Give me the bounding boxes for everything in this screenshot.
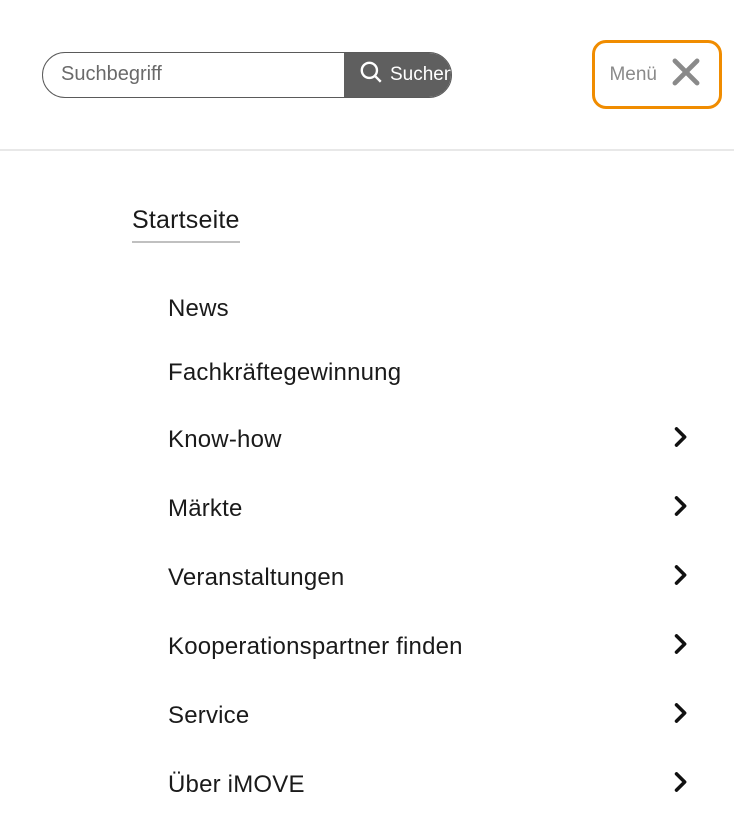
nav-root-link[interactable]: Startseite — [132, 206, 240, 243]
nav-item-label: Kooperationspartner finden — [168, 633, 463, 661]
nav-item[interactable]: News — [168, 277, 694, 341]
nav-item[interactable]: Service — [168, 681, 694, 750]
nav-item-label: Know-how — [168, 426, 282, 454]
chevron-right-icon — [666, 630, 694, 663]
nav-item-label: News — [168, 295, 229, 323]
search-button-label: Suchen — [390, 64, 452, 86]
nav-item-label: Veranstaltungen — [168, 564, 344, 592]
chevron-right-icon — [666, 492, 694, 525]
chevron-right-icon — [666, 699, 694, 732]
close-icon — [667, 53, 705, 96]
nav-item[interactable]: Veranstaltungen — [168, 543, 694, 612]
nav-list: News Fachkräftegewinnung Know-how Märkte Ver… — [132, 277, 694, 819]
chevron-right-icon — [666, 768, 694, 801]
nav-item[interactable]: Kooperationspartner finden — [168, 612, 694, 681]
nav-item-label: Fachkräftegewinnung — [168, 359, 401, 387]
menu-toggle[interactable]: Menü — [592, 40, 722, 109]
menu-toggle-label: Menü — [609, 64, 657, 86]
nav-item-label: Über iMOVE — [168, 771, 305, 799]
search-icon — [358, 59, 384, 91]
header: Suchen Menü — [0, 0, 734, 151]
nav-item[interactable]: Märkte — [168, 474, 694, 543]
chevron-right-icon — [666, 423, 694, 456]
nav-item[interactable]: Know-how — [168, 405, 694, 474]
nav-item[interactable]: Fachkräftegewinnung — [168, 341, 694, 405]
search-bar: Suchen — [42, 52, 452, 98]
nav-item[interactable]: Über iMOVE — [168, 750, 694, 819]
navigation-menu: Startseite News Fachkräftegewinnung Know-h… — [0, 151, 734, 819]
nav-item-label: Service — [168, 702, 249, 730]
chevron-right-icon — [666, 561, 694, 594]
search-button[interactable]: Suchen — [344, 53, 452, 97]
nav-item-label: Märkte — [168, 495, 243, 523]
search-input[interactable] — [43, 53, 344, 97]
nav-root-label: Startseite — [132, 206, 240, 234]
